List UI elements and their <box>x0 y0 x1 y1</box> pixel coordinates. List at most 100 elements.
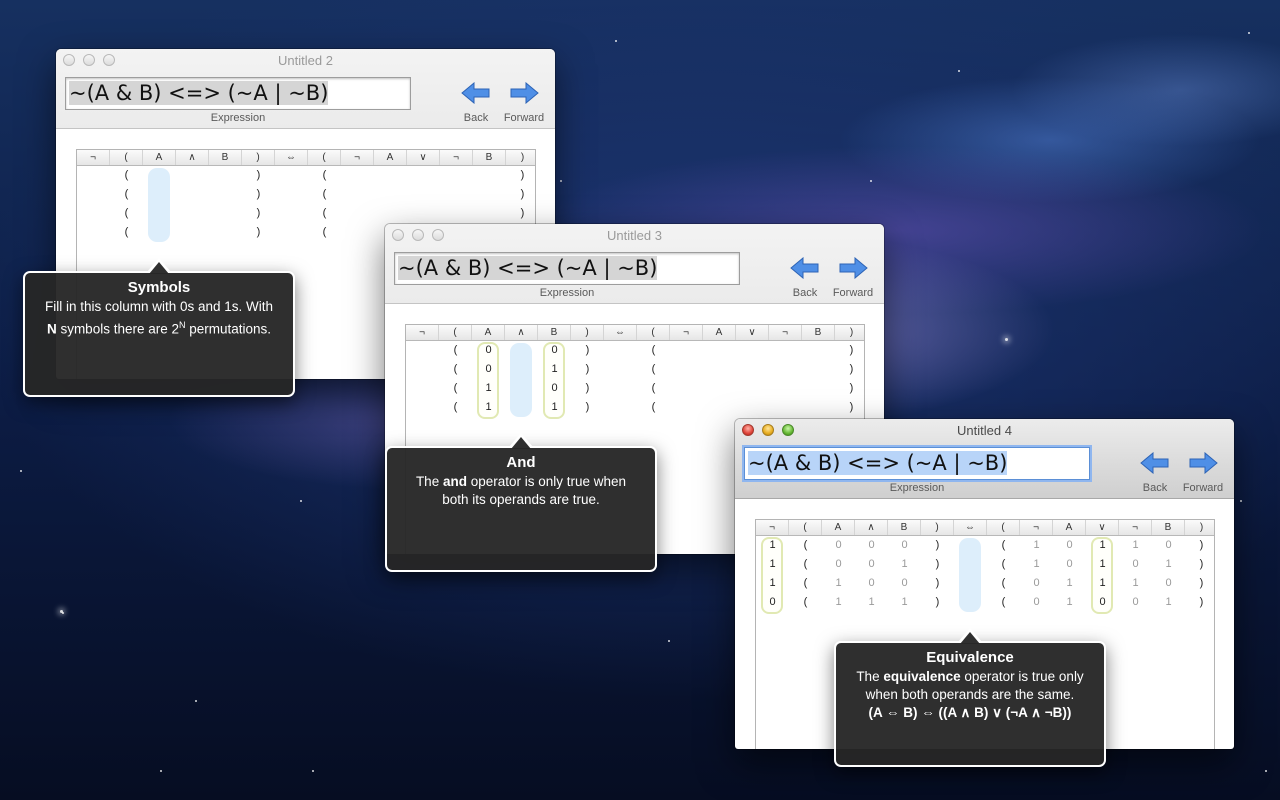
table-cell[interactable]: ) <box>242 166 275 185</box>
table-cell[interactable] <box>473 204 506 223</box>
table-cell[interactable]: ( <box>308 204 341 223</box>
column-header[interactable]: ¬ <box>769 325 802 340</box>
table-cell[interactable]: 1 <box>1119 536 1152 555</box>
table-cell[interactable]: ( <box>439 398 472 417</box>
table-cell[interactable] <box>505 398 538 417</box>
column-header[interactable]: ∨ <box>1086 520 1119 535</box>
table-cell[interactable]: 1 <box>855 593 888 612</box>
table-cell[interactable]: 1 <box>888 555 921 574</box>
column-header[interactable]: B <box>538 325 571 340</box>
table-cell[interactable] <box>275 204 308 223</box>
table-cell[interactable] <box>604 398 637 417</box>
table-cell[interactable]: 1 <box>822 574 855 593</box>
table-cell[interactable] <box>604 379 637 398</box>
table-cell[interactable] <box>143 166 176 185</box>
table-cell[interactable]: 1 <box>1152 555 1185 574</box>
column-header[interactable]: ¬ <box>756 520 789 535</box>
table-cell[interactable]: 1 <box>538 360 571 379</box>
column-header[interactable]: ( <box>110 150 143 165</box>
table-cell[interactable]: 0 <box>1119 593 1152 612</box>
table-cell[interactable]: 1 <box>1086 555 1119 574</box>
column-header[interactable]: A <box>472 325 505 340</box>
table-cell[interactable]: ) <box>921 593 954 612</box>
table-cell[interactable] <box>176 166 209 185</box>
table-cell[interactable] <box>670 341 703 360</box>
column-header[interactable]: ¬ <box>440 150 473 165</box>
table-cell[interactable]: ( <box>789 593 822 612</box>
table-cell[interactable]: 0 <box>756 593 789 612</box>
table-cell[interactable] <box>341 204 374 223</box>
column-header[interactable]: ( <box>789 520 822 535</box>
table-cell[interactable] <box>209 204 242 223</box>
table-cell[interactable]: 0 <box>472 341 505 360</box>
table-cell[interactable] <box>209 223 242 242</box>
table-cell[interactable]: 1 <box>888 593 921 612</box>
table-cell[interactable] <box>406 360 439 379</box>
table-cell[interactable]: ) <box>1185 536 1218 555</box>
table-cell[interactable]: 1 <box>472 379 505 398</box>
table-cell[interactable] <box>275 223 308 242</box>
table-cell[interactable] <box>341 185 374 204</box>
table-cell[interactable]: 1 <box>756 574 789 593</box>
table-cell[interactable]: 1 <box>756 555 789 574</box>
forward-button[interactable]: Forward <box>497 81 551 124</box>
table-cell[interactable]: ( <box>987 574 1020 593</box>
table-cell[interactable] <box>143 185 176 204</box>
table-cell[interactable] <box>954 574 987 593</box>
column-header[interactable]: A <box>1053 520 1086 535</box>
table-cell[interactable]: ) <box>921 574 954 593</box>
table-cell[interactable]: ( <box>308 166 341 185</box>
table-cell[interactable] <box>406 341 439 360</box>
table-cell[interactable] <box>440 185 473 204</box>
back-button[interactable]: Back <box>778 256 832 299</box>
forward-button[interactable]: Forward <box>826 256 880 299</box>
table-cell[interactable] <box>473 166 506 185</box>
table-cell[interactable] <box>802 341 835 360</box>
table-cell[interactable] <box>604 360 637 379</box>
table-cell[interactable] <box>736 398 769 417</box>
column-header[interactable]: ) <box>506 150 539 165</box>
table-cell[interactable]: ( <box>308 185 341 204</box>
back-button[interactable]: Back <box>1128 451 1182 494</box>
table-cell[interactable]: 0 <box>855 536 888 555</box>
table-cell[interactable]: ) <box>506 204 539 223</box>
table-cell[interactable]: 0 <box>538 379 571 398</box>
table-cell[interactable] <box>505 360 538 379</box>
table-cell[interactable] <box>341 166 374 185</box>
table-cell[interactable]: ) <box>1185 574 1218 593</box>
column-header[interactable]: ¬ <box>670 325 703 340</box>
table-cell[interactable]: 0 <box>1152 536 1185 555</box>
table-cell[interactable]: 1 <box>1086 536 1119 555</box>
column-header[interactable]: A <box>374 150 407 165</box>
table-cell[interactable] <box>209 185 242 204</box>
table-cell[interactable]: 1 <box>538 398 571 417</box>
table-cell[interactable] <box>374 185 407 204</box>
table-cell[interactable] <box>176 204 209 223</box>
table-cell[interactable] <box>275 166 308 185</box>
table-cell[interactable]: ( <box>637 341 670 360</box>
table-cell[interactable]: ( <box>789 574 822 593</box>
forward-button[interactable]: Forward <box>1176 451 1230 494</box>
table-cell[interactable]: ) <box>835 360 868 379</box>
table-cell[interactable]: ( <box>637 398 670 417</box>
table-cell[interactable] <box>407 204 440 223</box>
column-header[interactable]: ∧ <box>855 520 888 535</box>
table-cell[interactable] <box>505 341 538 360</box>
table-cell[interactable]: ) <box>835 341 868 360</box>
column-header[interactable]: ⇔ <box>604 325 637 340</box>
table-cell[interactable] <box>670 379 703 398</box>
table-cell[interactable]: 1 <box>1053 593 1086 612</box>
table-cell[interactable] <box>505 379 538 398</box>
table-cell[interactable] <box>209 166 242 185</box>
table-cell[interactable]: 1 <box>472 398 505 417</box>
table-cell[interactable]: ( <box>987 536 1020 555</box>
column-header[interactable]: ¬ <box>1020 520 1053 535</box>
table-cell[interactable]: ) <box>1185 555 1218 574</box>
column-header[interactable]: ) <box>242 150 275 165</box>
column-header[interactable]: ) <box>921 520 954 535</box>
table-cell[interactable] <box>407 185 440 204</box>
table-cell[interactable] <box>954 593 987 612</box>
table-cell[interactable] <box>374 166 407 185</box>
table-cell[interactable]: ( <box>110 223 143 242</box>
table-cell[interactable]: 0 <box>472 360 505 379</box>
